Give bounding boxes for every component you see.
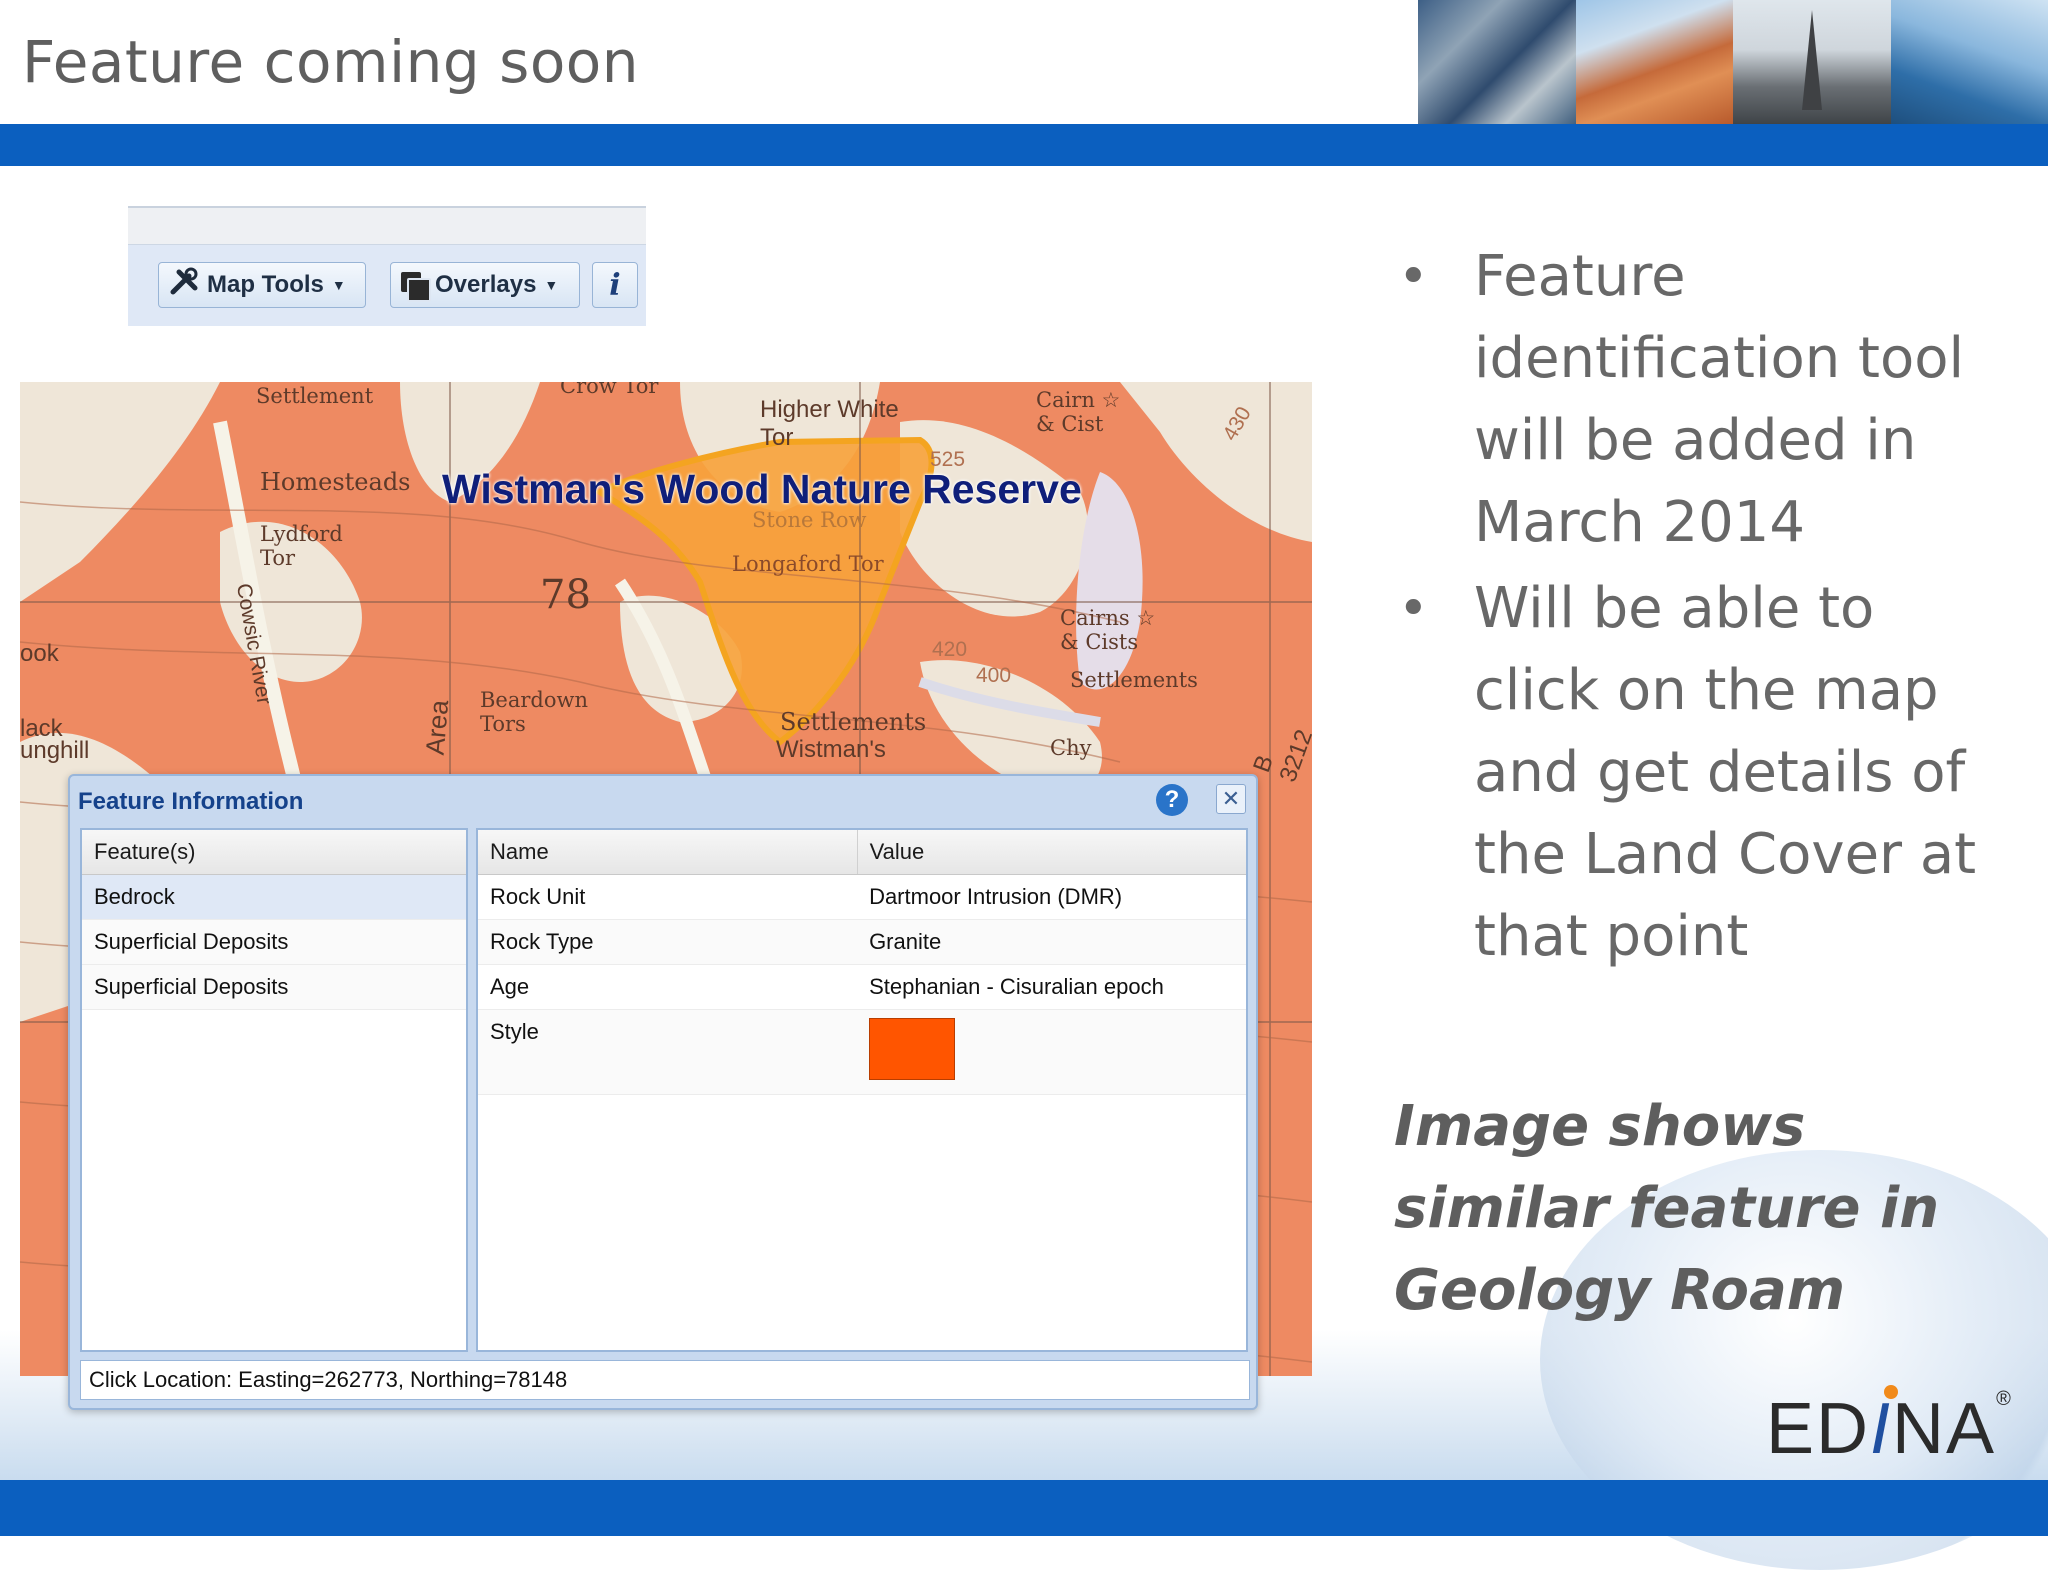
click-location-status: Click Location: Easting=262773, Northing… <box>80 1360 1250 1400</box>
edina-logo: EDINA® <box>1766 1388 2013 1470</box>
layers-icon <box>401 272 427 298</box>
feature-name: Bedrock <box>82 875 187 919</box>
logo-i: I <box>1870 1389 1892 1469</box>
properties-grid: Name Value Rock Unit Dartmoor Intrusion … <box>476 828 1248 1352</box>
info-icon: i <box>609 268 620 303</box>
property-name: Age <box>478 965 857 1009</box>
map-label-ook: ook <box>20 640 59 668</box>
property-row[interactable]: Age Stephanian - Cisuralian epoch <box>478 965 1246 1010</box>
features-header: Feature(s) <box>82 830 466 875</box>
features-list: Feature(s) Bedrock Superficial Deposits … <box>80 828 468 1352</box>
slide-title: Feature coming soon <box>22 28 639 96</box>
map-label-homesteads: Homesteads <box>260 468 411 496</box>
style-color-swatch <box>869 1018 955 1080</box>
property-value: Dartmoor Intrusion (DMR) <box>857 875 1246 919</box>
logo-text-start: ED <box>1766 1389 1870 1469</box>
map-label-chy: Chy <box>1050 736 1091 760</box>
aerial-photo <box>1418 0 1576 124</box>
logo-dot <box>1884 1385 1898 1399</box>
feature-name: Superficial Deposits <box>82 965 300 1009</box>
map-label-settlement: Settlement <box>256 384 373 408</box>
map-label-cairns-cists: Cairns ☆ & Cists <box>1060 606 1170 654</box>
header-photo-strip <box>1418 0 2048 124</box>
map-label-grid-78: 78 <box>540 572 591 618</box>
logo-i-letter: I <box>1870 1389 1892 1469</box>
name-column-header[interactable]: Name <box>478 830 858 874</box>
help-icon[interactable]: ? <box>1156 784 1188 816</box>
property-name: Rock Unit <box>478 875 857 919</box>
close-icon[interactable]: ✕ <box>1216 784 1246 814</box>
map-tools-button[interactable]: Map Tools ▼ <box>158 262 366 308</box>
map-label-wistmans: Wistman's <box>776 736 886 764</box>
footer-bar <box>0 1480 2048 1536</box>
chevron-down-icon: ▼ <box>332 277 346 293</box>
dialog-title: Feature Information <box>78 788 303 816</box>
map-tools-label: Map Tools <box>207 271 324 299</box>
bullet-list: Feature identification tool will be adde… <box>1390 236 2010 982</box>
property-name: Rock Type <box>478 920 857 964</box>
map-label-lydford-tor: Lydford Tor <box>260 522 360 570</box>
map-label-longaford-tor: Longaford Tor <box>732 552 884 576</box>
wrench-icon <box>169 266 201 305</box>
map-label-contour-400: 400 <box>976 664 1011 688</box>
map-label-beardown-tors: Beardown Tors <box>480 688 590 736</box>
map-label-cairn-cist: Cairn ☆ & Cist <box>1036 388 1126 436</box>
feature-row[interactable]: Bedrock <box>82 875 466 920</box>
property-value: Stephanian - Cisuralian epoch <box>857 965 1246 1009</box>
feature-information-dialog: Feature Information ? ✕ Feature(s) Bedro… <box>68 774 1258 1410</box>
map-label-contour-420: 420 <box>932 638 967 662</box>
header-divider-bar <box>0 124 2048 166</box>
property-row[interactable]: Style <box>478 1010 1246 1095</box>
map-label-settlements-1: Settlements <box>1070 668 1198 692</box>
sky-photo <box>1891 0 2048 124</box>
rock-photo <box>1576 0 1734 124</box>
bullet-item: Will be able to click on the map and get… <box>1390 568 2010 978</box>
info-button[interactable]: i <box>592 262 638 308</box>
reserve-title: Wistman's Wood Nature Reserve <box>442 466 1082 513</box>
map-label-stone-row: Stone Row <box>752 508 867 532</box>
property-name: Style <box>478 1010 857 1094</box>
map-label-lack-unghill: lack unghill <box>20 718 100 762</box>
map-toolbar: Map Tools ▼ Overlays ▼ i <box>128 206 646 326</box>
properties-header: Name Value <box>478 830 1246 875</box>
chevron-down-icon: ▼ <box>544 277 558 293</box>
toolbar-top-strip <box>128 208 646 245</box>
feature-name: Superficial Deposits <box>82 920 300 964</box>
logo-text-end: NA <box>1892 1389 1996 1469</box>
bullet-item: Feature identification tool will be adde… <box>1390 236 2010 564</box>
map-label-higher-white-tor: Higher White Tor <box>760 396 910 452</box>
value-column-header[interactable]: Value <box>858 830 1246 874</box>
registered-mark: ® <box>1996 1388 2013 1410</box>
feature-row[interactable]: Superficial Deposits <box>82 920 466 965</box>
property-row[interactable]: Rock Unit Dartmoor Intrusion (DMR) <box>478 875 1246 920</box>
church-photo <box>1733 0 1891 124</box>
map-label-contour-525: 525 <box>930 448 965 472</box>
map-label-area: Area <box>420 699 456 756</box>
property-row[interactable]: Rock Type Granite <box>478 920 1246 965</box>
features-header-label: Feature(s) <box>82 830 466 874</box>
image-caption: Image shows similar feature in Geology R… <box>1394 1086 1954 1332</box>
property-value: Granite <box>857 920 1246 964</box>
map-label-settlements-2: Settlements <box>780 708 926 736</box>
overlays-button[interactable]: Overlays ▼ <box>390 262 580 308</box>
overlays-label: Overlays <box>435 271 536 299</box>
property-value <box>857 1010 1246 1094</box>
feature-row[interactable]: Superficial Deposits <box>82 965 466 1010</box>
map-label-crow-tor: Crow Tor <box>560 382 658 398</box>
